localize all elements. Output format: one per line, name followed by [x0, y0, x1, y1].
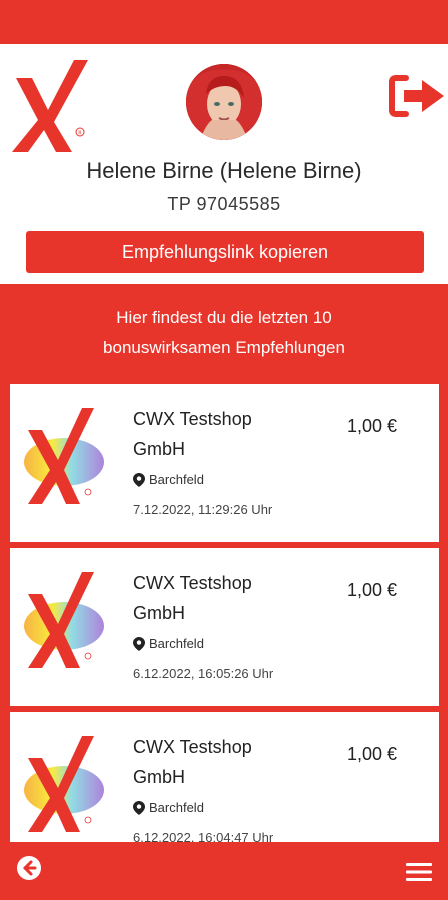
logout-icon [389, 75, 444, 117]
location-label: Barchfeld [149, 636, 204, 651]
back-button[interactable] [16, 855, 42, 881]
copy-referral-link-button[interactable]: Empfehlungslink kopieren [26, 231, 424, 273]
shop-name-line-1: CWX Testshop [133, 737, 252, 757]
logout-button[interactable] [388, 72, 446, 120]
arrow-left-icon [17, 856, 41, 880]
cwx-logo: R [10, 60, 90, 152]
map-pin-icon [133, 472, 145, 487]
amount: 1,00 € [347, 580, 398, 600]
amount: 1,00 € [347, 744, 398, 764]
location: Barchfeld [133, 472, 204, 487]
map-pin-icon [133, 800, 145, 815]
top-bar [0, 0, 448, 44]
shop-name-line-2: GmbH [133, 767, 186, 787]
svg-text:R: R [78, 131, 82, 137]
user-tp-number: TP 97045585 [167, 194, 281, 214]
location-label: Barchfeld [149, 800, 204, 815]
amount: 1,00 € [347, 416, 398, 436]
referral-card[interactable]: CWX Testshop GmbH 1,00 € Barchfeld 6.12.… [10, 548, 439, 706]
referral-card[interactable]: CWX Testshop GmbH 1,00 € Barchfeld 7.12.… [10, 384, 439, 542]
location: Barchfeld [133, 800, 204, 815]
list-intro-line-2: bonuswirksamen Empfehlungen [103, 338, 345, 357]
list-intro: Hier findest du die letzten 10 bonuswirk… [0, 303, 448, 363]
user-name: Helene Birne (Helene Birne) [86, 158, 362, 183]
menu-button[interactable] [406, 862, 432, 882]
bottom-bar [0, 842, 448, 900]
shop-logo [22, 572, 106, 672]
shop-name-line-1: CWX Testshop [133, 573, 252, 593]
datetime: 7.12.2022, 11:29:26 Uhr [133, 502, 273, 517]
map-pin-icon [133, 636, 145, 651]
hamburger-menu-icon [406, 863, 432, 881]
shop-logo [22, 408, 106, 508]
location: Barchfeld [133, 636, 204, 651]
avatar [186, 64, 262, 140]
shop-logo [22, 736, 106, 836]
shop-name-line-2: GmbH [133, 603, 186, 623]
shop-name: CWX Testshop GmbH [133, 404, 303, 464]
list-intro-line-1: Hier findest du die letzten 10 [116, 308, 332, 327]
datetime: 6.12.2022, 16:05:26 Uhr [133, 666, 274, 681]
location-label: Barchfeld [149, 472, 204, 487]
shop-name-line-2: GmbH [133, 439, 186, 459]
shop-name: CWX Testshop GmbH [133, 732, 303, 792]
shop-name-line-1: CWX Testshop [133, 409, 252, 429]
shop-name: CWX Testshop GmbH [133, 568, 303, 628]
profile-section: R Helene Birne (Helene Birne) TP 9704558… [0, 44, 448, 284]
